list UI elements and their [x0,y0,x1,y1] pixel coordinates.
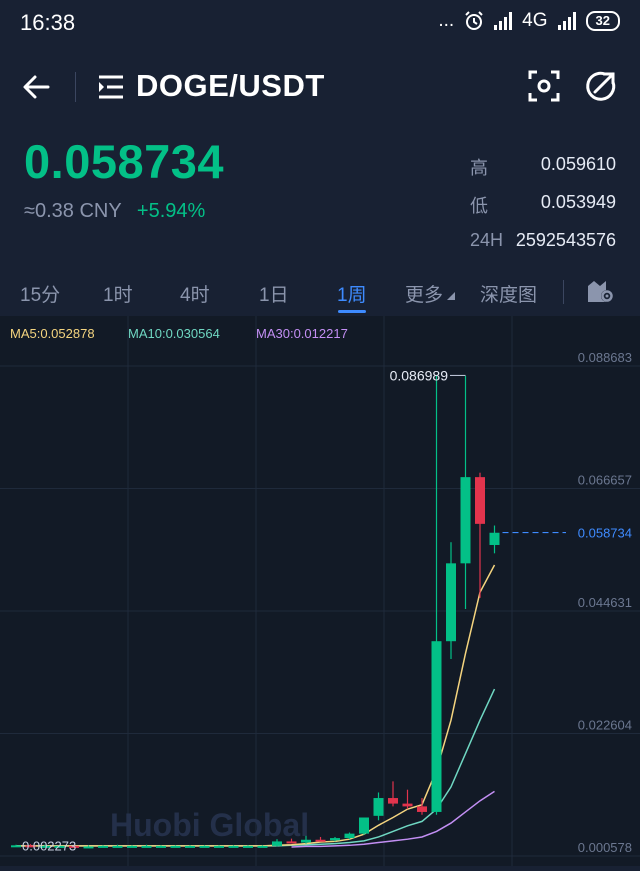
caret-icon [447,292,456,300]
stat-label: 24H [470,230,504,250]
candle-body [460,477,471,564]
stat-value: 2592543576 [515,230,616,250]
tab-1w[interactable]: 1周 [337,280,367,307]
screenshot-icon[interactable] [527,69,561,103]
y-axis: 0.088683 0.066657 0.044631 0.022604 0.000578 [578,350,632,855]
menu-list-icon[interactable] [97,74,125,100]
share-icon[interactable] [584,69,618,103]
candle-body [475,477,485,524]
price-change: +5.94% [136,200,206,222]
y-tick-label: 0.044631 [578,595,632,610]
candle-body [156,845,166,848]
candle-body [489,532,500,545]
watermark-text: Huobi Global [110,807,309,843]
active-tab-indicator [338,310,366,313]
y-tick-label: 0.088683 [578,350,632,365]
notification-dots: ... [438,10,455,31]
candle-body [330,838,340,841]
y-tick-label: 0.022604 [578,718,632,733]
y-tick-label: 0.000578 [578,840,632,855]
signal-icon [494,12,513,30]
header-bar: DOGE/USDT [0,58,640,118]
max-price-label: 0.086989 [390,367,449,383]
candle-body [315,839,326,842]
kline-chart[interactable]: Huobi Global 0.088683 0.066657 0.044631 0.0… [0,316,640,866]
price-cny: ≈0.38 CNY [24,200,122,222]
candle-body [98,845,108,848]
candle-body [344,833,355,839]
candle-body [359,817,369,834]
alarm-icon [465,11,483,30]
candle-body [170,845,181,848]
candle-body [301,839,311,843]
status-time: 16:38 [20,10,76,35]
y-tick-label: 0.066657 [578,472,632,487]
chart-overlays: 0.058734 0.086989 0.002273 [22,367,632,853]
candle-body [127,845,137,848]
stat-volume: 24H 2592543576 [470,230,620,268]
candle-body [446,563,456,642]
back-arrow-icon[interactable] [20,70,54,104]
candle-body [11,845,21,848]
trading-pair-title[interactable]: DOGE/USDT [136,68,325,104]
tab-15m[interactable]: 15分 [20,280,60,307]
legend-ma10: MA10:0.030564 [128,326,220,341]
candle-body [272,841,282,846]
tab-more-label: 更多 [405,285,444,306]
last-price: 0.058734 [24,135,225,188]
chart-settings-icon[interactable] [586,278,614,304]
candle-body [228,845,239,848]
candle-body [214,845,224,848]
status-icons: ... 4G 32 [438,10,620,32]
tab-depth[interactable]: 深度图 [480,280,537,307]
tab-1h[interactable]: 1时 [103,280,133,307]
candle-body [185,845,195,848]
stat-label: 低 [470,196,488,216]
ma5-line [16,564,496,847]
legend-ma5: MA5:0.052878 [10,326,95,341]
tabs-divider [563,280,564,304]
candle-body [141,845,152,848]
chart-grid [0,316,640,866]
period-tabs: 15分 1时 4时 1日 1周 更多 深度图 [0,276,640,316]
header-divider [75,72,76,102]
candle-body [388,798,398,804]
network-label: 4G [522,10,548,31]
tab-1d[interactable]: 1日 [259,280,289,307]
signal-icon-2 [557,12,576,30]
candle-body [199,845,210,848]
candle-body [373,798,384,816]
candle-body [402,803,413,807]
candle-body [431,641,442,812]
candle-body [243,845,253,848]
candle-body [286,841,297,844]
candle-body [257,845,268,848]
candle-body [112,845,123,848]
ma-lines [16,564,496,848]
candle-body [417,806,427,812]
stat-value: 0.059610 [540,154,616,174]
price-sub: ≈0.38 CNY +5.94% [24,200,205,223]
battery-icon: 32 [585,11,620,31]
candle-body [83,846,94,849]
price-stats: 高 0.059610 低 0.053949 24H 2592543576 [470,154,620,268]
stat-high: 高 0.059610 [470,154,620,192]
tab-more[interactable]: 更多 [405,280,456,307]
stat-label: 高 [470,158,488,178]
legend-ma30: MA30:0.012217 [256,326,348,341]
current-price-label: 0.058734 [578,526,632,541]
stat-low: 低 0.053949 [470,192,620,230]
tab-4h[interactable]: 4时 [180,280,210,307]
min-price-label: 0.002273 [22,839,76,854]
candles [11,375,500,849]
stat-value: 0.053949 [540,192,616,212]
kline-svg[interactable]: Huobi Global 0.0886830.0666570.0446310.0… [0,316,640,866]
status-bar: 16:38 ... 4G 32 [0,0,640,46]
